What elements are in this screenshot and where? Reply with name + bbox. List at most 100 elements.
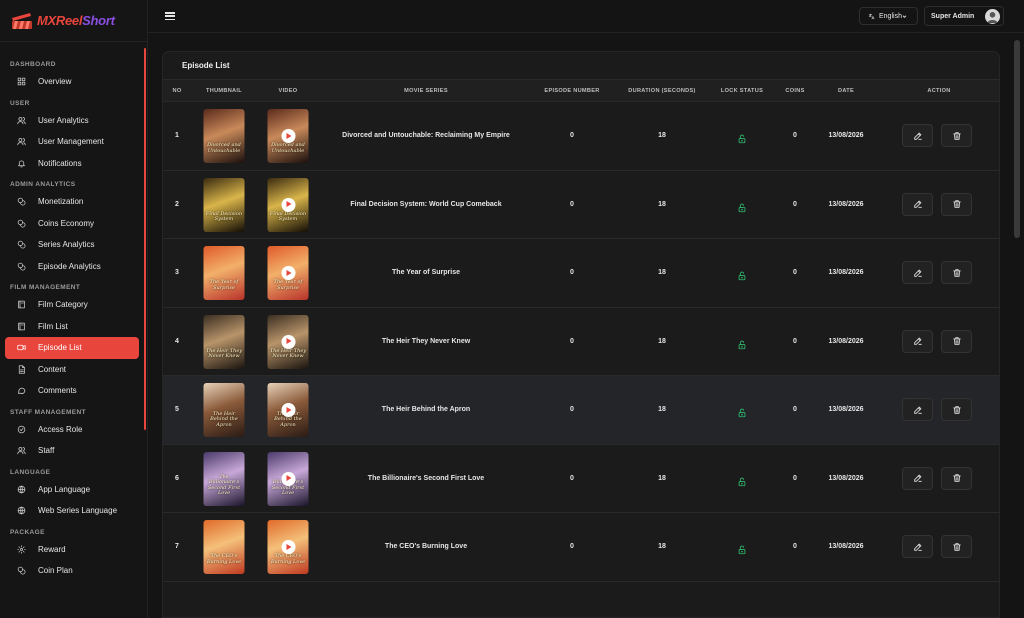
sidebar-item-overview[interactable]: Overview — [5, 71, 139, 93]
table-row: 7 The CEO's Burning Love The CEO's Burni… — [163, 513, 999, 582]
table-row: 5 The Heir Behind the Apron The Heir Beh… — [163, 376, 999, 445]
trash-icon — [952, 474, 961, 482]
video-preview[interactable]: Divorced and Untouchable — [267, 109, 309, 163]
section-label: LANGUAGE — [10, 468, 51, 476]
sidebar-item-label: Monetization — [38, 197, 84, 207]
card-title: Episode List — [163, 52, 999, 80]
coins: 0 — [793, 132, 797, 139]
trash-icon — [952, 200, 961, 208]
edit-button[interactable] — [902, 329, 933, 353]
sidebar-nav: DASHBOARD Overview USER User Analytics User … — [0, 42, 147, 582]
language-selector[interactable]: English — [859, 7, 918, 25]
coins-icon — [17, 241, 26, 249]
video-title: Final Decision System — [269, 210, 307, 222]
edit-button[interactable] — [902, 398, 933, 421]
delete-button[interactable] — [941, 329, 972, 353]
delete-button[interactable] — [941, 261, 972, 284]
delete-button[interactable] — [941, 124, 972, 147]
gift-icon — [17, 545, 26, 554]
sidebar-item-label: Web Series Language — [38, 506, 118, 516]
column-header: VIDEO — [278, 88, 298, 94]
thumbnail-title: The Year of Surprise — [209, 279, 239, 291]
movie-series: The Year of Surprise — [392, 269, 460, 276]
column-header: ACTION — [927, 88, 951, 94]
unlock-icon — [737, 405, 747, 418]
thumbnail-image: Divorced and Untouchable — [203, 109, 245, 163]
user-menu[interactable]: Super Admin — [924, 6, 1004, 26]
play-icon[interactable] — [281, 266, 295, 280]
play-icon[interactable] — [281, 129, 295, 143]
sidebar-item-user-analytics[interactable]: User Analytics — [5, 110, 139, 132]
trash-icon — [952, 131, 961, 140]
edit-button[interactable] — [902, 535, 933, 558]
movie-series: Divorced and Untouchable: Reclaiming My … — [342, 132, 510, 139]
sidebar-item-episode-list[interactable]: Episode List — [5, 337, 139, 359]
sidebar-item-film-category[interactable]: Film Category — [5, 294, 139, 316]
sidebar-item-series-analytics[interactable]: Series Analytics — [5, 234, 139, 256]
sidebar-item-label: Film Category — [38, 300, 88, 310]
video-preview[interactable]: The Billionaire's Second First Love — [267, 451, 309, 506]
thumbnail-title: The Heir They Never Knew — [205, 347, 243, 359]
trash-icon — [952, 405, 961, 414]
play-icon[interactable] — [281, 334, 295, 349]
edit-icon — [913, 406, 922, 414]
video-preview[interactable]: The Heir They Never Knew — [267, 314, 309, 369]
video-preview[interactable]: The Heir Behind the Apron — [267, 383, 309, 437]
delete-button[interactable] — [941, 466, 972, 490]
app-root: MXReelShort DASHBOARD Overview USER User An… — [0, 0, 1024, 618]
table-row: 1 Divorced and Untouchable Divorced and … — [163, 102, 999, 171]
delete-button[interactable] — [941, 535, 972, 558]
sidebar-item-staff[interactable]: Staff — [5, 440, 139, 462]
thumbnail-image: The CEO's Burning Love — [203, 520, 245, 574]
sidebar-item-web-series-language[interactable]: Web Series Language — [5, 500, 139, 522]
column-header: DURATION (SECONDS) — [628, 88, 696, 94]
menu-toggle-icon[interactable] — [165, 12, 175, 21]
sidebar-item-user-management[interactable]: User Management — [5, 131, 139, 153]
page-scrollbar[interactable] — [1014, 40, 1020, 238]
play-icon[interactable] — [281, 197, 295, 212]
logo-main: MXReel — [37, 13, 83, 28]
edit-icon — [913, 543, 922, 551]
sidebar-item-coin-plan[interactable]: Coin Plan — [5, 560, 139, 582]
video-preview[interactable]: The Year of Surprise — [267, 246, 309, 300]
coins: 0 — [793, 337, 797, 345]
date: 13/08/2026 — [828, 543, 864, 550]
delete-button[interactable] — [941, 192, 972, 216]
edit-button[interactable] — [902, 261, 933, 284]
unlock-icon — [737, 337, 747, 349]
table-header: NO THUMBNAIL VIDEO MOVIE SERIES EPISODE NUMB… — [163, 80, 999, 102]
delete-button[interactable] — [941, 398, 972, 421]
thumbnail-image: The Heir They Never Knew — [203, 314, 245, 369]
date: 13/08/2026 — [828, 269, 864, 276]
video-preview[interactable]: The CEO's Burning Love — [267, 520, 309, 574]
play-icon[interactable] — [281, 471, 295, 486]
play-icon[interactable] — [281, 403, 295, 417]
sidebar-item-content[interactable]: Content — [5, 359, 139, 381]
table-row: 2 Final Decision System Final Decision S… — [163, 171, 999, 239]
sidebar-item-comments[interactable]: Comments — [5, 380, 139, 402]
sidebar-item-notifications[interactable]: Notifications — [5, 153, 139, 175]
edit-button[interactable] — [902, 466, 933, 490]
sidebar-item-episode-analytics[interactable]: Episode Analytics — [5, 256, 139, 278]
sidebar-item-access-role[interactable]: Access Role — [5, 419, 139, 441]
sidebar-item-coins-economy[interactable]: Coins Economy — [5, 213, 139, 235]
edit-button[interactable] — [902, 124, 933, 147]
date: 13/08/2026 — [828, 474, 864, 482]
edit-icon — [913, 269, 922, 277]
logo[interactable]: MXReelShort — [0, 0, 147, 42]
row-number: 5 — [175, 406, 179, 413]
users-icon — [17, 116, 26, 124]
video-preview[interactable]: Final Decision System — [267, 177, 309, 232]
logo-text: MXReelShort — [37, 13, 115, 28]
sidebar-item-monetization[interactable]: Monetization — [5, 191, 139, 213]
edit-button[interactable] — [902, 192, 933, 216]
movie-series: The CEO's Burning Love — [384, 543, 468, 550]
sidebar-item-film-list[interactable]: Film List — [5, 316, 139, 338]
sidebar-item-reward[interactable]: Reward — [5, 539, 139, 561]
play-icon[interactable] — [281, 540, 295, 554]
duration: 18 — [658, 406, 666, 413]
sidebar-item-label: Comments — [38, 386, 77, 396]
sidebar-scroll-indicator[interactable] — [144, 48, 146, 430]
sidebar-item-app-language[interactable]: App Language — [5, 479, 139, 501]
edit-icon — [913, 200, 922, 208]
